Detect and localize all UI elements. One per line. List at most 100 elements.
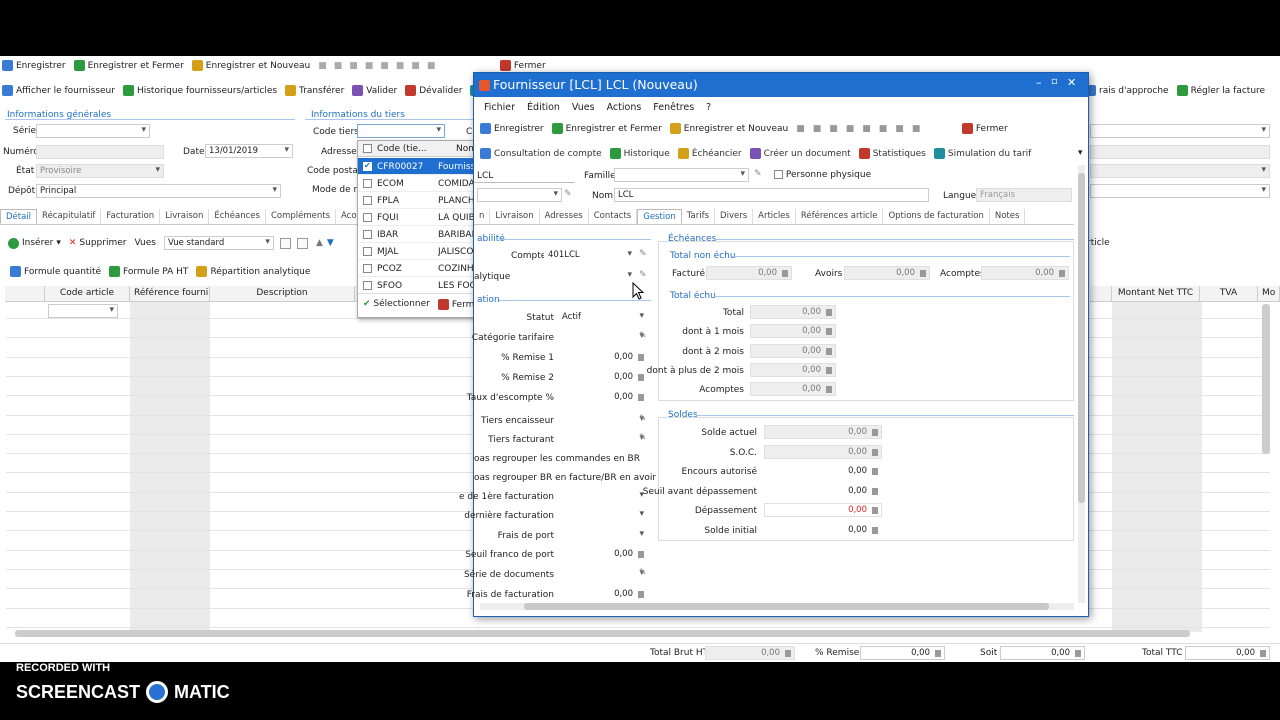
popup-row[interactable]: FQUI LA QUIB [358,209,476,226]
col-code-article[interactable]: Code article [45,286,130,301]
edit-icon[interactable]: ✎ [639,249,647,259]
back-close-button[interactable]: Fermer [500,60,546,71]
chevron-down-icon[interactable]: ▾ [1078,148,1083,158]
undo-icon[interactable]: ■ [349,61,358,71]
popup-row-checkbox[interactable] [363,213,372,222]
left-field-select[interactable] [558,432,648,446]
left-field-number[interactable]: 0,00 [558,390,648,404]
col-mo[interactable]: Mo [1258,286,1280,301]
tab-4[interactable]: Gestion [637,209,682,224]
back-tool2-button-0[interactable]: Afficher le fournisseur [2,85,115,96]
solde-value[interactable]: 0,00 [764,483,882,498]
date-field[interactable]: 13/01/2019 [205,144,293,158]
tab-0[interactable]: n [474,209,491,224]
left-field-select[interactable] [558,508,648,522]
tab-1[interactable]: Livraison [490,209,540,224]
dlg-field-left[interactable] [477,188,562,202]
solde-value[interactable]: 0,00 [764,523,882,537]
tab-5[interactable]: Compléments [266,209,336,224]
inserer-button[interactable]: Insérer ▾ [8,237,61,249]
left-field-number[interactable]: 0,00 [558,547,648,561]
minimize-icon[interactable]: – [1036,76,1042,89]
preview-icon[interactable]: ■ [334,61,343,71]
menu-item-3[interactable]: Actions [607,102,642,113]
dlg-tool-button-2[interactable]: Enregistrer et Nouveau [669,123,788,134]
forward-arrow-icon[interactable]: ■ [846,124,855,134]
edit-icon[interactable]: ✎ [639,270,647,280]
dialog-close-button[interactable]: Fermer [962,123,1008,134]
edit-icon[interactable]: ✎ [639,414,647,424]
left-field-number[interactable]: 0,00 [558,587,648,601]
back-tool2-button-2[interactable]: Transférer [285,85,344,96]
depot-field[interactable]: Principal [36,184,281,198]
delete-icon[interactable]: ■ [879,124,888,134]
back-right-field-1[interactable] [1090,124,1270,138]
left-field-select[interactable]: Actif [558,310,648,324]
left-field-select[interactable] [558,330,648,344]
remise-value[interactable]: 0,00 [860,646,945,660]
left-field-select[interactable] [558,528,648,542]
dlg-tool2-button-4[interactable]: Statistiques [858,148,926,159]
back-right-field-4[interactable] [1090,184,1270,198]
personne-physique-checkbox[interactable]: Personne physique [774,170,871,180]
langue-field[interactable]: Français [976,188,1072,202]
dlg-tool2-button-3[interactable]: Créer un document [749,148,851,159]
export-icon[interactable] [296,237,308,249]
menu-item-5[interactable]: ? [706,102,711,113]
left-field-select[interactable] [558,489,648,503]
soit-value[interactable]: 0,00 [1000,646,1085,660]
left-field-select[interactable] [558,413,648,427]
formule-button-1[interactable]: Formule PA HT [109,266,188,277]
popup-row-checkbox[interactable] [363,230,372,239]
dlg-tool2-button-1[interactable]: Historique [609,148,670,159]
formule-button-2[interactable]: Répartition analytique [196,266,310,277]
popup-row[interactable]: FPLA PLANCHO [358,192,476,209]
edit-icon[interactable]: ✎ [639,568,647,578]
col-description[interactable]: Description [210,286,355,301]
analytique-field[interactable] [511,269,636,283]
popup-row[interactable]: PCOZ COZINHE [358,260,476,277]
tab-7[interactable]: Articles [753,209,796,224]
tab-3[interactable]: Contacts [589,209,638,224]
popup-row[interactable]: ECOM COMIDA [358,175,476,192]
col-montant-net-ttc[interactable]: Montant Net TTC [1112,286,1200,301]
tab-2[interactable]: Adresses [540,209,589,224]
back-tool-button-2[interactable]: Enregistrer et Nouveau [191,60,310,71]
popup-row[interactable]: ✔ CFR00027 Fournissi [358,158,476,175]
down-arrow-icon[interactable]: ▼ [327,238,334,248]
etat-field[interactable]: Provisoire [36,164,164,178]
back-right-field-3[interactable] [1090,164,1270,178]
tab-1[interactable]: Récapitulatif [37,209,102,224]
tab-4[interactable]: Échéances [209,209,266,224]
tab-3[interactable]: Livraison [160,209,210,224]
copy-icon[interactable]: ■ [380,61,389,71]
popup-row-checkbox[interactable] [363,281,372,290]
back-hscroll[interactable] [15,630,1190,637]
edit-icon[interactable]: ✎ [639,331,647,341]
popup-select-all[interactable] [363,144,372,153]
left-field-select[interactable] [558,567,648,581]
back-tool-button-0[interactable]: Enregistrer [2,60,66,71]
tab-0[interactable]: Détail [0,209,38,224]
prev-icon[interactable]: ■ [895,124,904,134]
left-field-number[interactable]: 0,00 [558,350,648,364]
tab-10[interactable]: Notes [990,209,1026,224]
printer-icon[interactable]: ■ [796,124,805,134]
tab-6[interactable]: Divers [715,209,754,224]
back-right-tool-button-1[interactable]: Régler la facture [1176,85,1265,96]
popup-row-checkbox[interactable] [363,264,372,273]
popup-row[interactable]: IBAR BARIBAL [358,226,476,243]
tab-2[interactable]: Facturation [101,209,161,224]
up-arrow-icon[interactable]: ▲ [316,238,323,248]
dlg-tool2-button-5[interactable]: Simulation du tarif [933,148,1031,159]
compte-field[interactable]: 401LCL [544,248,636,262]
dlg-tool-button-1[interactable]: Enregistrer et Fermer [551,123,662,134]
menu-item-2[interactable]: Vues [572,102,595,113]
code-tiers-field[interactable] [357,124,445,138]
menu-item-1[interactable]: Édition [527,102,560,113]
edit-icon[interactable]: ✎ [564,189,572,199]
printer-icon[interactable]: ■ [318,61,327,71]
preview-icon[interactable]: ■ [813,124,822,134]
formule-button-0[interactable]: Formule quantité [10,266,101,277]
back-right-tool-button-0[interactable]: rais d'approche [1085,85,1169,96]
